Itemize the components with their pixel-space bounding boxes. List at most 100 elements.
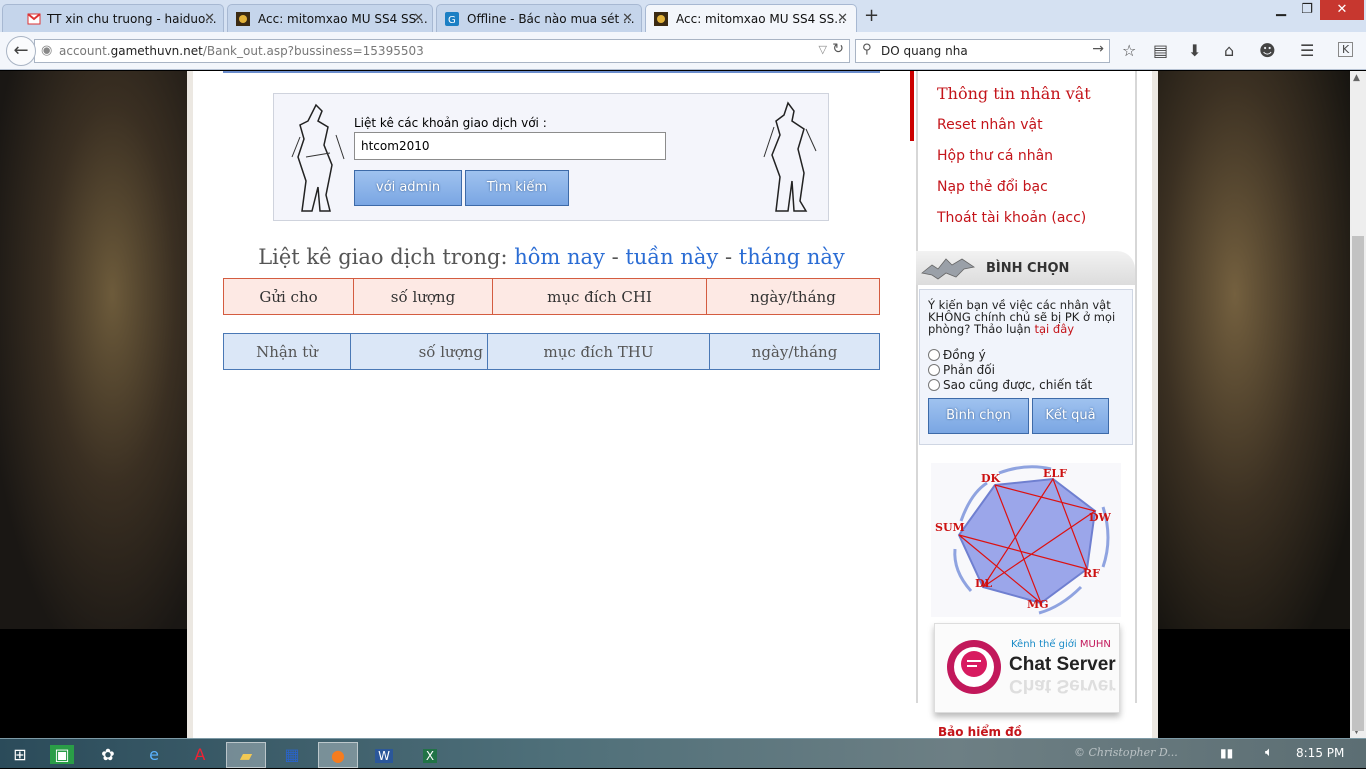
warrior-sketch-left	[291, 103, 345, 212]
poll-option-disagree[interactable]: Phản đối	[928, 363, 995, 377]
transaction-period-title: Liệt kê giao dịch trong: hôm nay - tuần …	[223, 245, 880, 269]
scroll-up-arrow[interactable]: ▲	[1353, 73, 1360, 83]
bookmark-star-icon[interactable]: ☆	[1122, 41, 1136, 60]
svg-text:G: G	[448, 15, 456, 26]
with-admin-button[interactable]: với admin	[354, 170, 462, 206]
search-input[interactable]: ⚲ DO quang nha →	[855, 39, 1110, 63]
url-prefix: account.	[59, 44, 111, 58]
poll-title: BÌNH CHỌN	[986, 261, 1070, 276]
page-viewport: Liệt kê các khoản giao dịch với : với ad…	[0, 71, 1366, 738]
table-header-row: Gửi cho số lượng mục đích CHI ngày/tháng	[223, 278, 880, 315]
radio-button[interactable]	[928, 349, 940, 361]
poll-discuss-link[interactable]: tại đây	[1035, 322, 1075, 336]
firefox-icon[interactable]: ●	[318, 742, 358, 768]
tab-mu-account[interactable]: Acc: mitomxao MU SS4 SS... ✕	[227, 4, 433, 32]
paint-app-icon[interactable]: ✿	[88, 742, 128, 768]
link-today[interactable]: hôm nay	[514, 245, 605, 269]
scrollbar-thumb[interactable]	[1352, 236, 1364, 731]
url-domain: gamethuvn.net	[110, 44, 203, 58]
menu-logout[interactable]: Thoát tài khoản (acc)	[937, 210, 1086, 226]
link-this-month[interactable]: tháng này	[739, 245, 845, 269]
word-icon[interactable]: W	[364, 742, 404, 768]
background-art-left	[0, 71, 187, 629]
chat-server-banner[interactable]: Kênh thế giới MUHN Chat Server Chat Serv…	[934, 623, 1120, 713]
tab-title: TT xin chu truong - haiduo...	[47, 12, 217, 26]
col-amount: số lượng	[353, 278, 493, 315]
item-insurance-link[interactable]: Bảo hiểm đồ	[938, 725, 1022, 738]
tab-gmail[interactable]: TT xin chu truong - haiduo... ✕	[2, 4, 224, 32]
radio-button[interactable]	[928, 379, 940, 391]
extension-icon[interactable]: K	[1338, 42, 1354, 57]
reload-icon[interactable]: ↻	[832, 41, 844, 57]
tab-mu-account-active[interactable]: Acc: mitomxao MU SS4 SS... ✕	[645, 4, 857, 33]
store-app-icon[interactable]: ▣	[42, 742, 82, 768]
tab-offline-forum[interactable]: G Offline - Bác nào mua sét ... ✕	[436, 4, 642, 32]
option-label: Đồng ý	[943, 348, 986, 362]
results-button[interactable]: Kết quả	[1032, 398, 1109, 434]
account-search-input[interactable]	[354, 132, 666, 160]
globe-icon: ◉	[41, 43, 53, 58]
menu-active-indicator	[910, 71, 914, 141]
search-button[interactable]: Tìm kiếm	[465, 170, 569, 206]
menu-personal-mailbox[interactable]: Hộp thư cá nhân	[937, 148, 1053, 164]
link-this-week[interactable]: tuần này	[625, 245, 718, 269]
background-art-right	[1158, 71, 1350, 629]
menu-character-info[interactable]: Thông tin nhân vật	[937, 84, 1091, 103]
chat-server-subtitle: Kênh thế giới MUHN	[1011, 639, 1111, 650]
close-icon[interactable]: ✕	[413, 11, 424, 26]
radio-button[interactable]	[928, 364, 940, 376]
separator: -	[718, 245, 739, 269]
col-send-to: Gửi cho	[223, 278, 354, 315]
url-path: /Bank_out.asp?bussiness=15395503	[202, 44, 424, 58]
subtitle-prefix: Kênh thế giới	[1011, 639, 1077, 650]
acrobat-icon[interactable]: A	[180, 742, 220, 768]
excel-icon[interactable]: X	[410, 742, 450, 768]
dropdown-icon[interactable]: ▽	[819, 43, 827, 56]
file-explorer-icon[interactable]: ▰	[226, 742, 266, 768]
character-class-wheel[interactable]: DK ELF DW RF MG DL SUM	[931, 463, 1121, 617]
poll-option-agree[interactable]: Đồng ý	[928, 348, 986, 362]
download-icon[interactable]: ⬇	[1188, 41, 1201, 60]
class-wheel-graphic	[953, 465, 1110, 615]
option-label: Sao cũng được, chiến tất	[943, 378, 1093, 392]
close-icon[interactable]: ✕	[204, 11, 215, 26]
reading-list-icon[interactable]: ▤	[1153, 41, 1168, 60]
windows-start-icon[interactable]: ⊞	[0, 742, 40, 768]
new-tab-button[interactable]: +	[864, 5, 879, 26]
g-site-icon: G	[445, 12, 459, 26]
col-purpose-in: mục đích THU	[487, 333, 710, 370]
menu-topup-card[interactable]: Nạp thẻ đổi bạc	[937, 179, 1048, 195]
mu-game-icon	[236, 12, 250, 26]
period-prefix: Liệt kê giao dịch trong:	[258, 245, 508, 269]
vote-button[interactable]: Bình chọn	[928, 398, 1029, 434]
mu-game-icon	[654, 12, 668, 26]
network-icon[interactable]: ▮▮	[1220, 746, 1233, 760]
restore-button[interactable]: ❐	[1294, 0, 1320, 20]
menu-icon[interactable]: ☰	[1300, 41, 1314, 60]
close-icon[interactable]: ✕	[622, 11, 633, 26]
navigation-bar: ◉ account.gamethuvn.net/Bank_out.asp?bus…	[0, 32, 1366, 70]
app-icon[interactable]: ▦	[272, 742, 312, 768]
class-label-elf: ELF	[1043, 467, 1067, 480]
home-icon[interactable]: ⌂	[1224, 41, 1234, 60]
poll-header: BÌNH CHỌN	[916, 251, 1135, 285]
volume-icon[interactable]: 🔈︎	[1265, 745, 1273, 760]
address-bar[interactable]: ◉ account.gamethuvn.net/Bank_out.asp?bus…	[34, 39, 850, 63]
warrior-sketch-right	[763, 101, 817, 212]
chat-bubble-icon	[947, 640, 1001, 694]
poll-option-either[interactable]: Sao cũng được, chiến tất	[928, 378, 1092, 392]
search-go-icon[interactable]: →	[1092, 41, 1104, 57]
close-icon[interactable]: ✕	[837, 11, 848, 26]
system-clock[interactable]: 8:15 PM	[1296, 746, 1344, 760]
poll-box: Ý kiến bạn về việc các nhân vật KHÔNG ch…	[919, 289, 1133, 445]
internet-explorer-icon[interactable]: e	[134, 742, 174, 768]
col-amount: số lượng	[350, 333, 488, 370]
menu-reset-character[interactable]: Reset nhân vật	[937, 117, 1043, 133]
chat-icon[interactable]: ☻	[1259, 41, 1276, 60]
close-window-button[interactable]: ✕	[1320, 0, 1364, 20]
poll-question-text: Ý kiến bạn về việc các nhân vật KHÔNG ch…	[928, 298, 1116, 336]
class-label-rf: RF	[1083, 567, 1100, 580]
minimize-button[interactable]: ▁	[1268, 0, 1294, 20]
tab-title: Acc: mitomxao MU SS4 SS...	[258, 12, 428, 26]
back-button[interactable]: ←	[6, 36, 36, 66]
